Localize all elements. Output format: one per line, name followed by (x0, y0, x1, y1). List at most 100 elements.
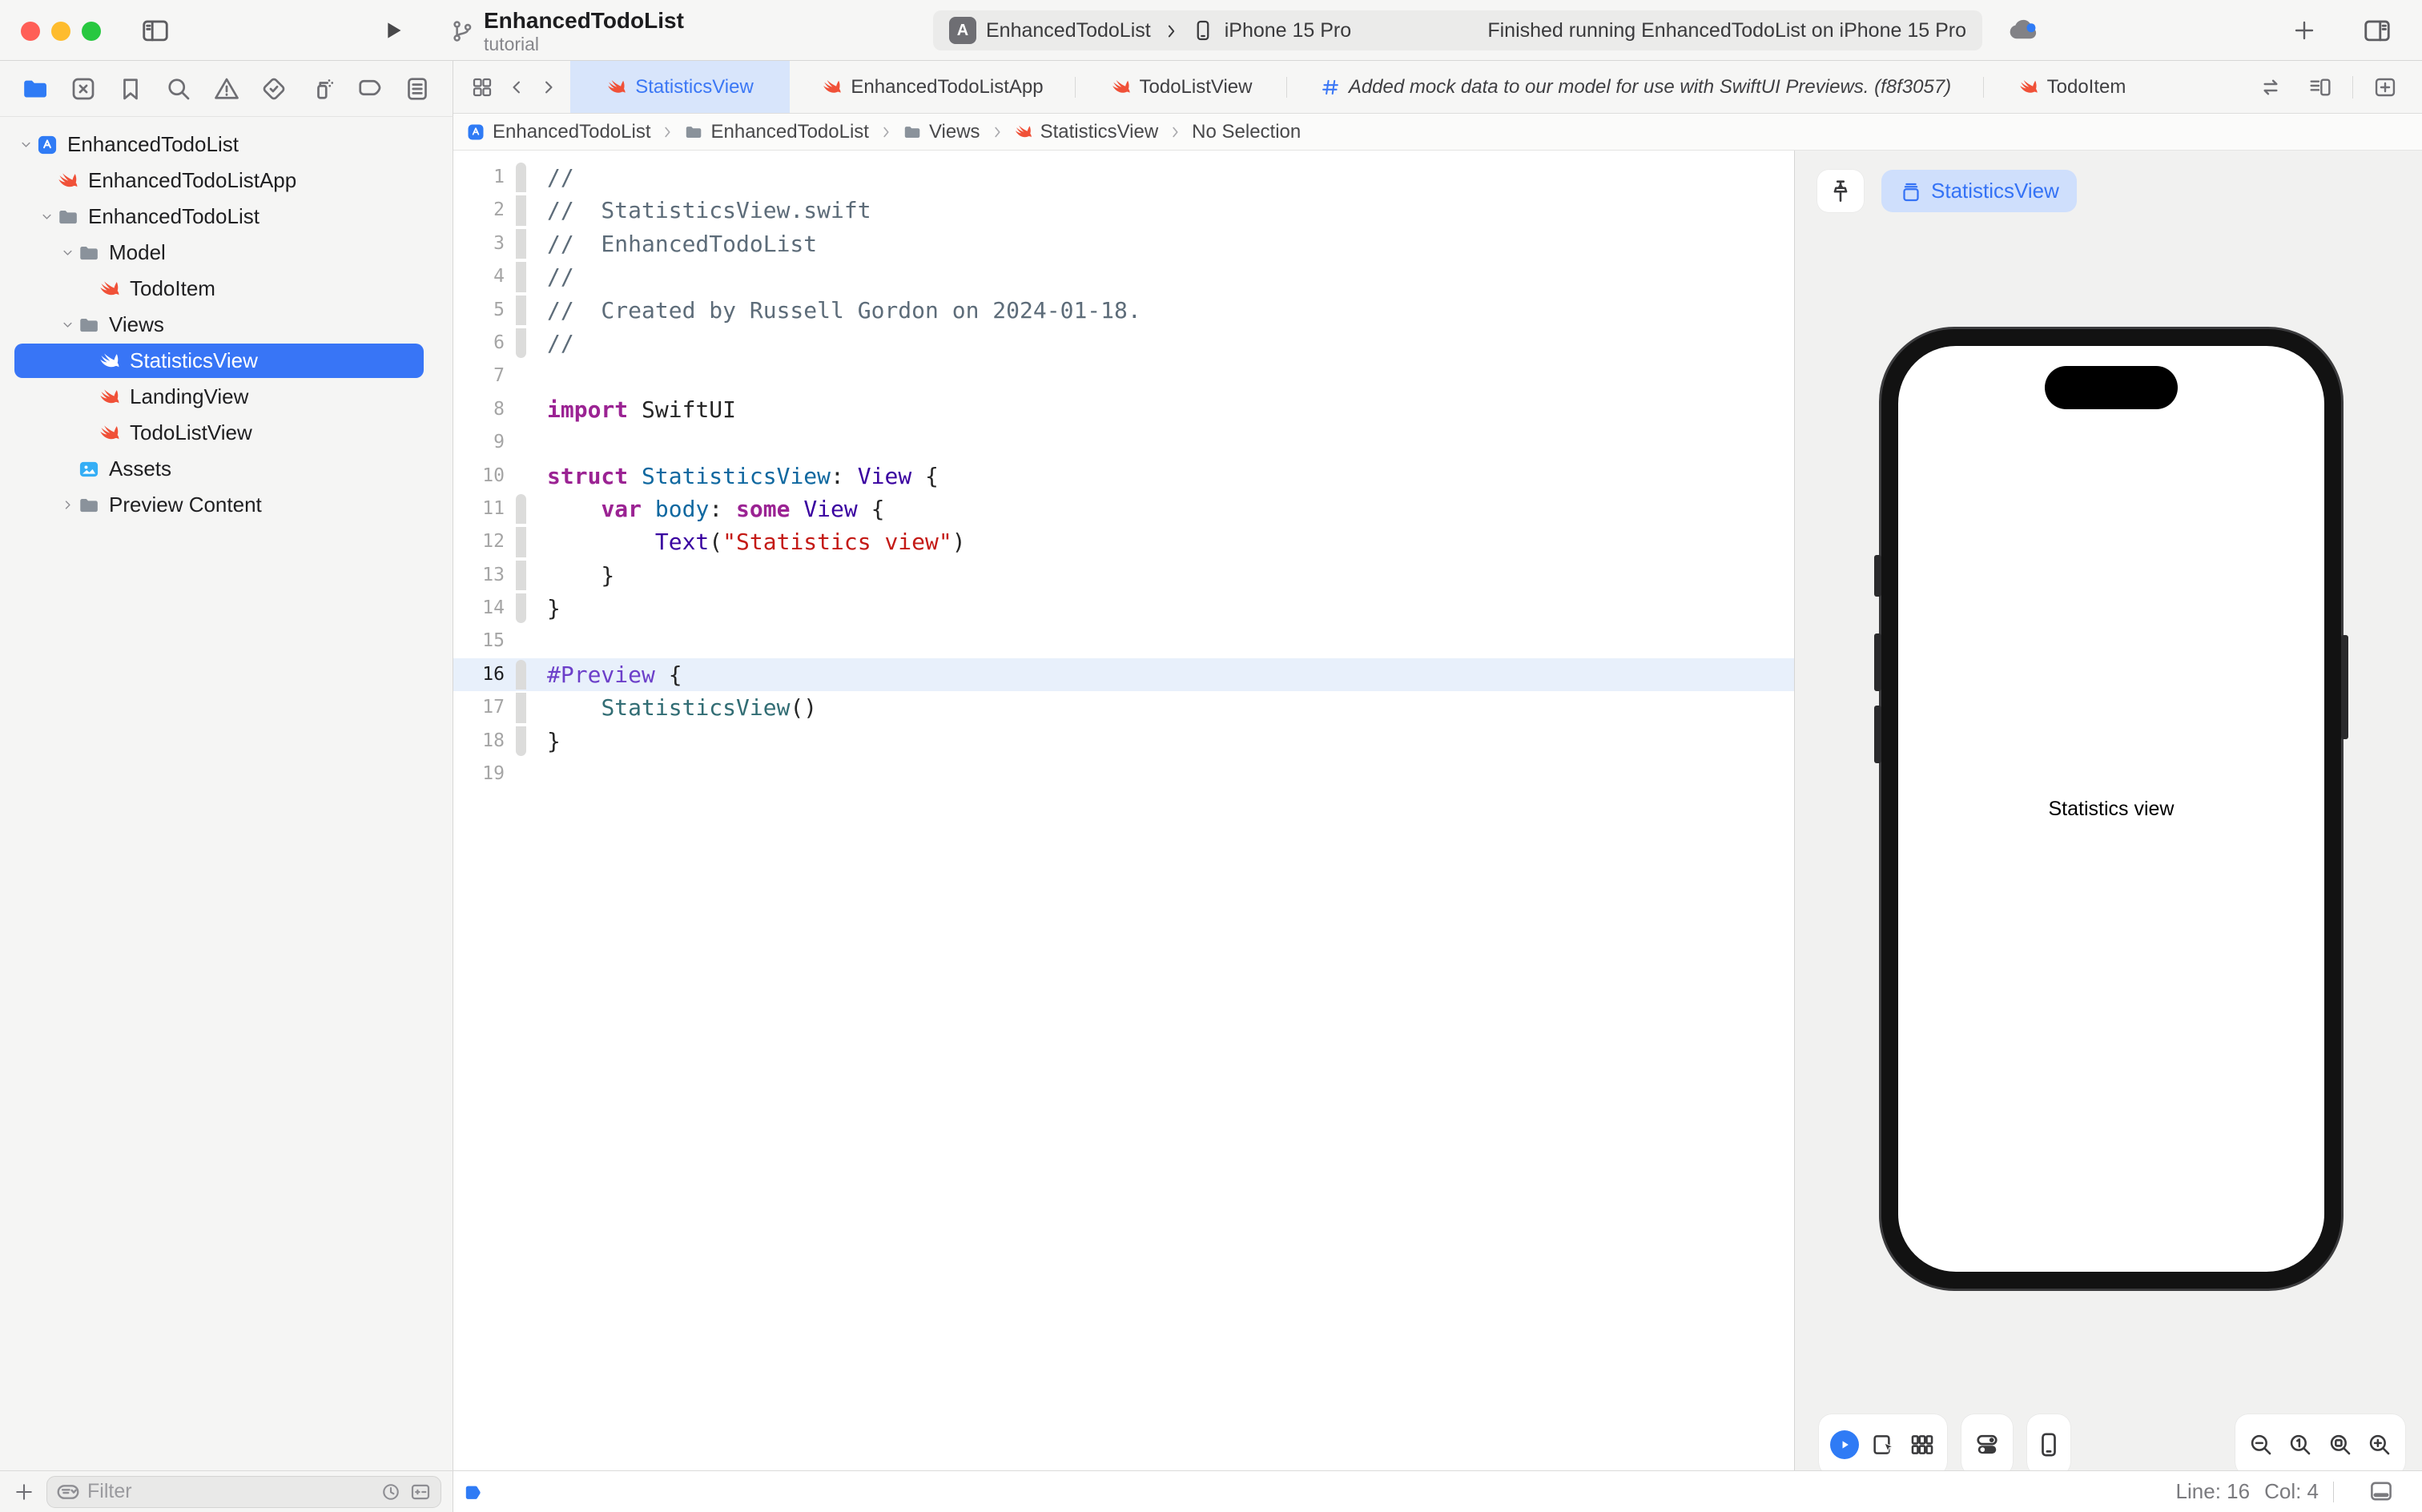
source-control-navigator-tab[interactable] (66, 71, 101, 107)
breadcrumb-item[interactable]: EnhancedTodoList (466, 121, 650, 143)
related-items-button[interactable] (466, 70, 498, 105)
tests-navigator-tab[interactable] (256, 71, 292, 107)
close-window-button[interactable] (21, 22, 40, 41)
code-line-1[interactable]: 1 // (453, 161, 1794, 194)
pin-preview-button[interactable] (1817, 170, 1864, 212)
editor-tab[interactable]: TodoItem (1984, 61, 2160, 113)
tree-item-landingview[interactable]: LandingView (0, 379, 453, 415)
tree-item-preview-content[interactable]: Preview Content (0, 487, 453, 523)
add-button[interactable] (2287, 14, 2322, 46)
scheme-project-label[interactable]: EnhancedTodoList (986, 19, 1151, 42)
go-back-button[interactable] (503, 70, 530, 105)
breakpoint-icon[interactable] (463, 1482, 484, 1503)
code-line-18[interactable]: 18 } (453, 725, 1794, 758)
code-line-12[interactable]: 12 Text("Statistics view") (453, 525, 1794, 558)
chevron-right-icon[interactable] (60, 497, 75, 513)
breakpoints-toggle-icon[interactable] (463, 1482, 484, 1503)
code-line-8[interactable]: 8 import SwiftUI (453, 393, 1794, 426)
code-line-15[interactable]: 15 (453, 625, 1794, 657)
disclosure-open-icon[interactable] (38, 209, 54, 224)
tree-item-views[interactable]: Views (0, 307, 453, 343)
add-file-button[interactable] (11, 1474, 37, 1510)
plus-minus-icon[interactable] (408, 1480, 432, 1504)
tree-item-enhancedtodolistapp[interactable]: EnhancedTodoListApp (0, 163, 453, 199)
breadcrumb-item[interactable]: Views (903, 121, 980, 143)
debug-navigator-tab[interactable] (304, 71, 340, 107)
zoom-100-button[interactable] (2287, 1431, 2314, 1458)
code-line-19[interactable]: 19 (453, 758, 1794, 790)
disclosure-open-icon[interactable] (59, 245, 75, 260)
breadcrumb-item[interactable]: No Selection (1192, 121, 1301, 143)
live-preview-button[interactable] (1830, 1430, 1859, 1459)
zoom-window-button[interactable] (82, 22, 101, 41)
code-line-14[interactable]: 14 } (453, 592, 1794, 625)
chevron-down-icon[interactable] (39, 209, 54, 224)
device-settings-button[interactable] (1973, 1430, 2002, 1459)
tree-item-enhancedtodolist[interactable]: EnhancedTodoList (0, 127, 453, 163)
filter-field[interactable] (46, 1476, 441, 1508)
chevron-down-icon[interactable] (18, 137, 34, 152)
code-line-5[interactable]: 5 // Created by Russell Gordon on 2024-0… (453, 294, 1794, 327)
scheme-device-label[interactable]: iPhone 15 Pro (1225, 19, 1351, 42)
zoom-in-button[interactable] (2366, 1431, 2393, 1458)
chevron-down-icon[interactable] (60, 317, 75, 332)
zoom-out-button[interactable] (2247, 1431, 2275, 1458)
editor-tab[interactable]: TodoListView (1076, 61, 1287, 113)
breakpoints-navigator-tab[interactable] (352, 71, 387, 107)
code-line-10[interactable]: 10 struct StatisticsView: View { (453, 460, 1794, 493)
cloud-status-button[interactable] (2006, 14, 2042, 46)
variants-button[interactable] (1909, 1431, 1936, 1458)
preview-screen[interactable]: Statistics view (1898, 346, 2324, 1272)
add-editor-button[interactable] (2368, 70, 2403, 105)
run-button[interactable] (375, 14, 410, 46)
tree-item-model[interactable]: Model (0, 235, 453, 271)
toggle-bottom-bar-button[interactable] (2368, 1478, 2395, 1505)
source-editor[interactable]: 1 // 2 // StatisticsView.swift 3 // Enha… (453, 151, 1794, 1470)
editor-tab[interactable]: EnhancedTodoListApp (790, 61, 1076, 113)
bookmarks-navigator-tab[interactable] (113, 71, 148, 107)
project-navigator-tab[interactable] (18, 71, 53, 107)
code-line-6[interactable]: 6 // (453, 327, 1794, 360)
go-forward-button[interactable] (535, 70, 562, 105)
code-line-16[interactable]: 16 #Preview { (453, 658, 1794, 691)
editor-tab[interactable]: StatisticsView (570, 61, 790, 113)
toggle-left-sidebar-button[interactable] (138, 14, 173, 46)
disclosure-closed-icon[interactable] (59, 497, 75, 513)
issues-navigator-tab[interactable] (209, 71, 244, 107)
code-line-13[interactable]: 13 } (453, 559, 1794, 592)
source-control-filter-icon[interactable] (408, 1480, 432, 1504)
chevron-down-icon[interactable] (60, 245, 75, 260)
editor-options-button[interactable] (2303, 70, 2338, 105)
code-line-4[interactable]: 4 // (453, 260, 1794, 293)
scheme-and-status-bar[interactable]: A EnhancedTodoList iPhone 15 Pro Finishe… (933, 10, 1982, 50)
swap-editor-button[interactable] (2253, 70, 2288, 105)
recents-filter-icon[interactable] (380, 1481, 402, 1503)
reports-navigator-tab[interactable] (400, 71, 435, 107)
tree-item-todoitem[interactable]: TodoItem (0, 271, 453, 307)
code-line-11[interactable]: 11 var body: some View { (453, 493, 1794, 525)
device-button[interactable] (2034, 1430, 2063, 1459)
selectable-preview-button[interactable] (1870, 1431, 1897, 1458)
breadcrumb-item[interactable]: EnhancedTodoList (684, 121, 868, 143)
minimize-window-button[interactable] (51, 22, 70, 41)
tree-item-assets[interactable]: Assets (0, 451, 453, 487)
code-line-17[interactable]: 17 StatisticsView() (453, 691, 1794, 724)
tree-item-enhancedtodolist[interactable]: EnhancedTodoList (0, 199, 453, 235)
disclosure-open-icon[interactable] (59, 317, 75, 332)
tree-item-statisticsview[interactable]: StatisticsView (0, 343, 453, 379)
filter-input[interactable] (87, 1480, 373, 1503)
code-line-9[interactable]: 9 (453, 426, 1794, 459)
toggle-right-sidebar-button[interactable] (2360, 14, 2395, 46)
clock-icon[interactable] (380, 1481, 402, 1503)
code-line-2[interactable]: 2 // StatisticsView.swift (453, 194, 1794, 227)
code-line-7[interactable]: 7 (453, 360, 1794, 392)
zoom-fit-button[interactable] (2327, 1431, 2354, 1458)
breadcrumb-item[interactable]: StatisticsView (1014, 121, 1159, 143)
preview-device-button[interactable]: StatisticsView (1881, 170, 2077, 212)
tree-item-todolistview[interactable]: TodoListView (0, 415, 453, 451)
code-line-3[interactable]: 3 // EnhancedTodoList (453, 227, 1794, 260)
editor-tab[interactable]: Added mock data to our model for use wit… (1287, 61, 1984, 113)
disclosure-open-icon[interactable] (18, 137, 34, 152)
find-navigator-tab[interactable] (161, 71, 196, 107)
filter-options-icon[interactable] (55, 1479, 81, 1505)
